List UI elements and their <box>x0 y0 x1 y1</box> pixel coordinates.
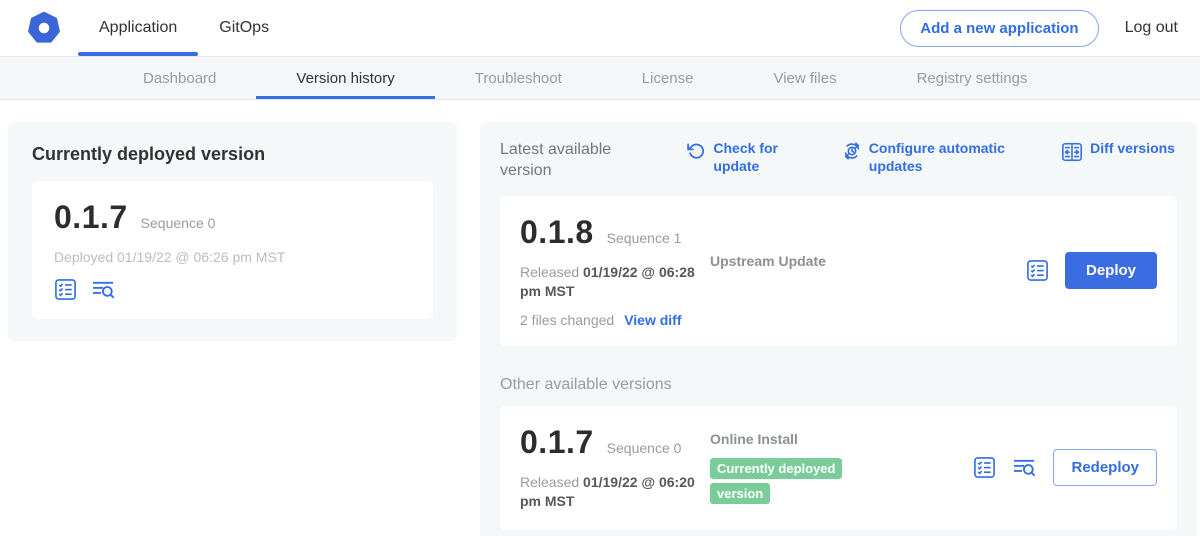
released-label: Released <box>520 264 579 280</box>
released-label: Released <box>520 474 579 490</box>
other-available-versions-title: Other available versions <box>500 376 1177 394</box>
other-sequence-label: Sequence 0 <box>607 440 682 456</box>
header-tabs: Application GitOps <box>78 0 290 56</box>
redeploy-button[interactable]: Redeploy <box>1053 449 1157 486</box>
deployed-version-number: 0.1.7 <box>54 199 128 236</box>
refresh-icon <box>686 140 706 161</box>
latest-version-info: 0.1.8 Sequence 1 Released 01/19/22 @ 06:… <box>520 214 710 328</box>
deployed-timestamp: Deployed 01/19/22 @ 06:26 pm MST <box>54 249 411 265</box>
other-version-info: 0.1.7 Sequence 0 Released 01/19/22 @ 06:… <box>520 424 710 512</box>
view-diff-link[interactable]: View diff <box>624 312 681 328</box>
app-subnav: Dashboard Version history Troubleshoot L… <box>0 57 1200 100</box>
diff-versions-label: Diff versions <box>1090 140 1175 158</box>
add-new-application-button[interactable]: Add a new application <box>900 10 1098 47</box>
configure-automatic-updates-button[interactable]: Configure automatic updates <box>842 140 1007 175</box>
configure-automatic-updates-label: Configure automatic updates <box>869 140 1007 175</box>
deploy-button[interactable]: Deploy <box>1065 252 1157 289</box>
check-for-update-label: Check for update <box>713 140 787 175</box>
logout-button[interactable]: Log out <box>1125 19 1178 37</box>
latest-sequence-label: Sequence 1 <box>607 230 682 246</box>
files-changed-label: 2 files changed <box>520 312 614 328</box>
deploy-logs-icon[interactable] <box>1012 456 1037 479</box>
diff-versions-icon <box>1061 140 1083 163</box>
app-logo-icon <box>26 10 62 46</box>
latest-version-source: Upstream Update <box>710 214 1026 269</box>
available-versions-panel: Latest available version Check for updat… <box>480 122 1197 536</box>
header-right: Add a new application Log out <box>900 0 1178 56</box>
deployed-sequence-label: Sequence 0 <box>141 215 216 231</box>
preflight-checklist-icon[interactable] <box>54 278 77 301</box>
diff-versions-button[interactable]: Diff versions <box>1061 140 1175 163</box>
auto-update-schedule-icon <box>842 140 862 161</box>
other-version-source: Online Install <box>710 431 973 447</box>
currently-deployed-panel: Currently deployed version 0.1.7 Sequenc… <box>8 122 457 341</box>
deploy-logs-icon[interactable] <box>91 278 116 301</box>
currently-deployed-title: Currently deployed version <box>32 144 433 165</box>
other-version-card: 0.1.7 Sequence 0 Released 01/19/22 @ 06:… <box>500 406 1177 530</box>
subnav-item-dashboard[interactable]: Dashboard <box>103 57 256 99</box>
other-version-number: 0.1.7 <box>520 424 594 461</box>
subnav-item-license[interactable]: License <box>602 57 734 99</box>
deployed-version-card: 0.1.7 Sequence 0 Deployed 01/19/22 @ 06:… <box>32 181 433 319</box>
check-for-update-button[interactable]: Check for update <box>686 140 787 175</box>
app-header: Application GitOps Add a new application… <box>0 0 1200 57</box>
currently-deployed-badge: Currently deployed version <box>710 458 842 504</box>
latest-version-card: 0.1.8 Sequence 1 Released 01/19/22 @ 06:… <box>500 196 1177 346</box>
subnav-item-registry-settings[interactable]: Registry settings <box>877 57 1068 99</box>
latest-version-number: 0.1.8 <box>520 214 594 251</box>
tab-application[interactable]: Application <box>78 0 198 56</box>
tab-gitops[interactable]: GitOps <box>198 0 290 56</box>
subnav-item-troubleshoot[interactable]: Troubleshoot <box>435 57 602 99</box>
main-content: Currently deployed version 0.1.7 Sequenc… <box>0 100 1200 536</box>
subnav-item-view-files[interactable]: View files <box>733 57 876 99</box>
latest-available-title: Latest available version <box>500 140 632 182</box>
app-logo[interactable] <box>26 0 62 56</box>
preflight-checklist-icon[interactable] <box>1026 259 1049 282</box>
preflight-checklist-icon[interactable] <box>973 456 996 479</box>
subnav-item-version-history[interactable]: Version history <box>256 57 434 99</box>
